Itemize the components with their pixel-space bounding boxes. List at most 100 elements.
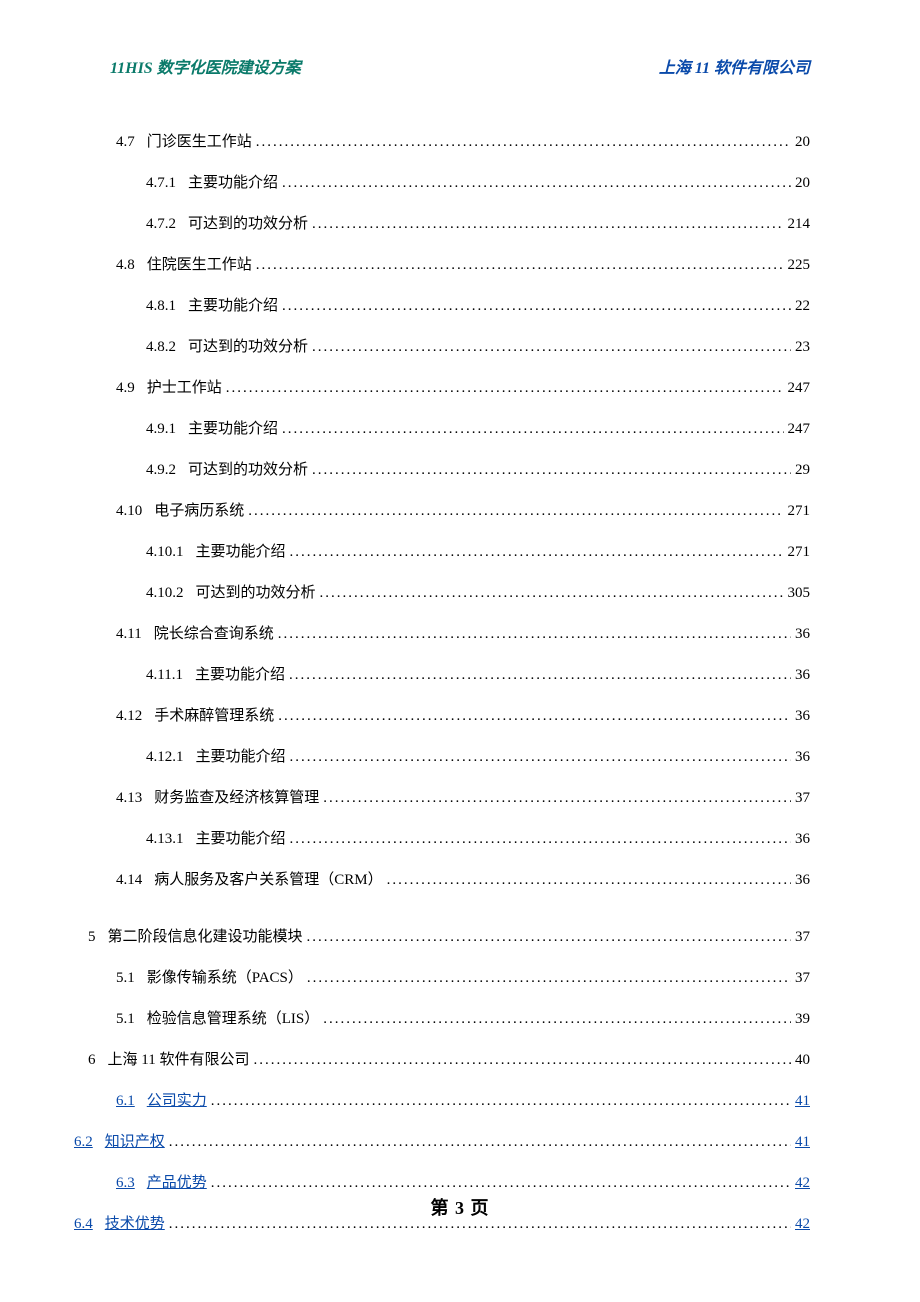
toc-page: 36 bbox=[791, 706, 810, 727]
toc-title: 第二阶段信息化建设功能模块 bbox=[108, 927, 303, 948]
toc-entry: 4.13财务监查及经济核算管理37 bbox=[116, 788, 810, 809]
toc-number: 4.10.2 bbox=[146, 583, 196, 604]
toc-leader bbox=[207, 1091, 791, 1112]
toc-page: 40 bbox=[791, 1050, 810, 1071]
toc-number: 4.8.2 bbox=[146, 337, 188, 358]
toc-page: 42 bbox=[791, 1173, 810, 1194]
toc-leader bbox=[252, 132, 791, 153]
toc-entry: 4.11.1主要功能介绍36 bbox=[146, 665, 810, 686]
toc-entry: 4.9.1主要功能介绍247 bbox=[146, 419, 810, 440]
toc-leader bbox=[207, 1173, 791, 1194]
toc-leader bbox=[303, 968, 791, 989]
toc-entry: 4.9.2可达到的功效分析29 bbox=[146, 460, 810, 481]
toc-title: 主要功能介绍 bbox=[188, 419, 278, 440]
toc-leader bbox=[249, 1050, 791, 1071]
toc-number: 4.7.2 bbox=[146, 214, 188, 235]
toc-entry: 6上海 11 软件有限公司 40 bbox=[88, 1050, 810, 1071]
toc-title: 主要功能介绍 bbox=[196, 747, 286, 768]
toc-title: 主要功能介绍 bbox=[196, 542, 286, 563]
toc-title: 手术麻醉管理系统 bbox=[154, 706, 274, 727]
toc-title: 住院医生工作站 bbox=[147, 255, 252, 276]
toc-entry: 4.7门诊医生工作站20 bbox=[116, 132, 810, 153]
toc-title: 可达到的功效分析 bbox=[188, 337, 308, 358]
toc-page: 247 bbox=[784, 419, 811, 440]
toc-title: 主要功能介绍 bbox=[188, 296, 278, 317]
toc-number: 4.7.1 bbox=[146, 173, 188, 194]
toc-title: 护士工作站 bbox=[147, 378, 222, 399]
toc-leader bbox=[274, 706, 791, 727]
toc-number: 6.3 bbox=[116, 1173, 147, 1194]
toc-entry: 5第二阶段信息化建设功能模块 37 bbox=[88, 927, 810, 948]
toc-entry: 4.10.1主要功能介绍271 bbox=[146, 542, 810, 563]
toc-entry[interactable]: 6.1公司实力 41 bbox=[116, 1091, 810, 1112]
toc-page: 22 bbox=[791, 296, 810, 317]
toc-page: 37 bbox=[791, 968, 810, 989]
toc-page: 39 bbox=[791, 1009, 810, 1030]
toc-title: 病人服务及客户关系管理（CRM） bbox=[154, 870, 382, 891]
toc-page: 37 bbox=[791, 927, 810, 948]
page-number: 第 3 页 bbox=[431, 1198, 490, 1218]
toc-title: 门诊医生工作站 bbox=[147, 132, 252, 153]
toc-entry: 4.7.1主要功能介绍20 bbox=[146, 173, 810, 194]
toc-number: 4.9 bbox=[116, 378, 147, 399]
toc-leader bbox=[286, 747, 791, 768]
toc-entry[interactable]: 6.3产品优势 42 bbox=[116, 1173, 810, 1194]
toc-number: 4.9.2 bbox=[146, 460, 188, 481]
toc-title: 产品优势 bbox=[147, 1173, 207, 1194]
toc-leader bbox=[252, 255, 784, 276]
toc-entry: 4.11院长综合查询系统 36 bbox=[116, 624, 810, 645]
toc-entry: 4.8.1主要功能介绍22 bbox=[146, 296, 810, 317]
toc-entry: 5.1影像传输系统（PACS）37 bbox=[116, 968, 810, 989]
toc-spacer bbox=[110, 911, 810, 927]
toc-title: 检验信息管理系统（LIS） bbox=[147, 1009, 320, 1030]
toc-title: 院长综合查询系统 bbox=[154, 624, 274, 645]
toc-leader bbox=[278, 296, 791, 317]
toc-page: 214 bbox=[784, 214, 811, 235]
toc-page: 36 bbox=[791, 747, 810, 768]
toc-page: 36 bbox=[791, 829, 810, 850]
toc-entry: 4.12手术麻醉管理系统36 bbox=[116, 706, 810, 727]
toc-entry[interactable]: 6.2知识产权41 bbox=[74, 1132, 810, 1153]
toc-leader bbox=[244, 501, 783, 522]
toc-entry: 4.10电子病历系统 271 bbox=[116, 501, 810, 522]
toc-number: 4.13 bbox=[116, 788, 154, 809]
toc-page: 23 bbox=[791, 337, 810, 358]
toc-page: 271 bbox=[784, 542, 811, 563]
toc-entry: 4.14病人服务及客户关系管理（CRM）36 bbox=[116, 870, 810, 891]
toc-number: 6 bbox=[88, 1050, 108, 1071]
toc-title: 公司实力 bbox=[147, 1091, 207, 1112]
page-footer: 第 3 页 bbox=[0, 1194, 920, 1220]
toc-number: 6.2 bbox=[74, 1132, 105, 1153]
toc-page: 41 bbox=[791, 1091, 810, 1112]
toc-number: 4.11 bbox=[116, 624, 154, 645]
toc-title: 财务监查及经济核算管理 bbox=[154, 788, 319, 809]
toc-title: 上海 11 软件有限公司 bbox=[108, 1050, 250, 1071]
toc-title: 影像传输系统（PACS） bbox=[147, 968, 303, 989]
toc-entry: 4.9护士工作站 247 bbox=[116, 378, 810, 399]
toc-page: 271 bbox=[784, 501, 811, 522]
toc-number: 5 bbox=[88, 927, 108, 948]
toc-leader bbox=[286, 542, 784, 563]
toc-leader bbox=[308, 337, 791, 358]
toc-page: 36 bbox=[791, 624, 810, 645]
toc-entry: 4.13.1主要功能介绍36 bbox=[146, 829, 810, 850]
toc-title: 电子病历系统 bbox=[154, 501, 244, 522]
toc-leader bbox=[319, 1009, 791, 1030]
toc-number: 4.10 bbox=[116, 501, 154, 522]
toc-number: 4.7 bbox=[116, 132, 147, 153]
toc-leader bbox=[165, 1132, 791, 1153]
toc-entry: 4.12.1主要功能介绍36 bbox=[146, 747, 810, 768]
header-left: 11HIS 数字化医院建设方案 bbox=[110, 54, 301, 78]
toc-number: 4.11.1 bbox=[146, 665, 195, 686]
toc-page: 225 bbox=[784, 255, 811, 276]
toc-number: 6.1 bbox=[116, 1091, 147, 1112]
toc-title: 可达到的功效分析 bbox=[188, 214, 308, 235]
toc-title: 主要功能介绍 bbox=[188, 173, 278, 194]
toc-entry: 4.10.2可达到的功效分析305 bbox=[146, 583, 810, 604]
page: 11HIS 数字化医院建设方案 上海 11 软件有限公司 4.7门诊医生工作站2… bbox=[0, 0, 920, 1295]
toc-title: 主要功能介绍 bbox=[195, 665, 285, 686]
toc-leader bbox=[278, 419, 783, 440]
header-right: 上海 11 软件有限公司 bbox=[659, 54, 810, 78]
toc-number: 4.14 bbox=[116, 870, 154, 891]
toc-page: 247 bbox=[784, 378, 811, 399]
